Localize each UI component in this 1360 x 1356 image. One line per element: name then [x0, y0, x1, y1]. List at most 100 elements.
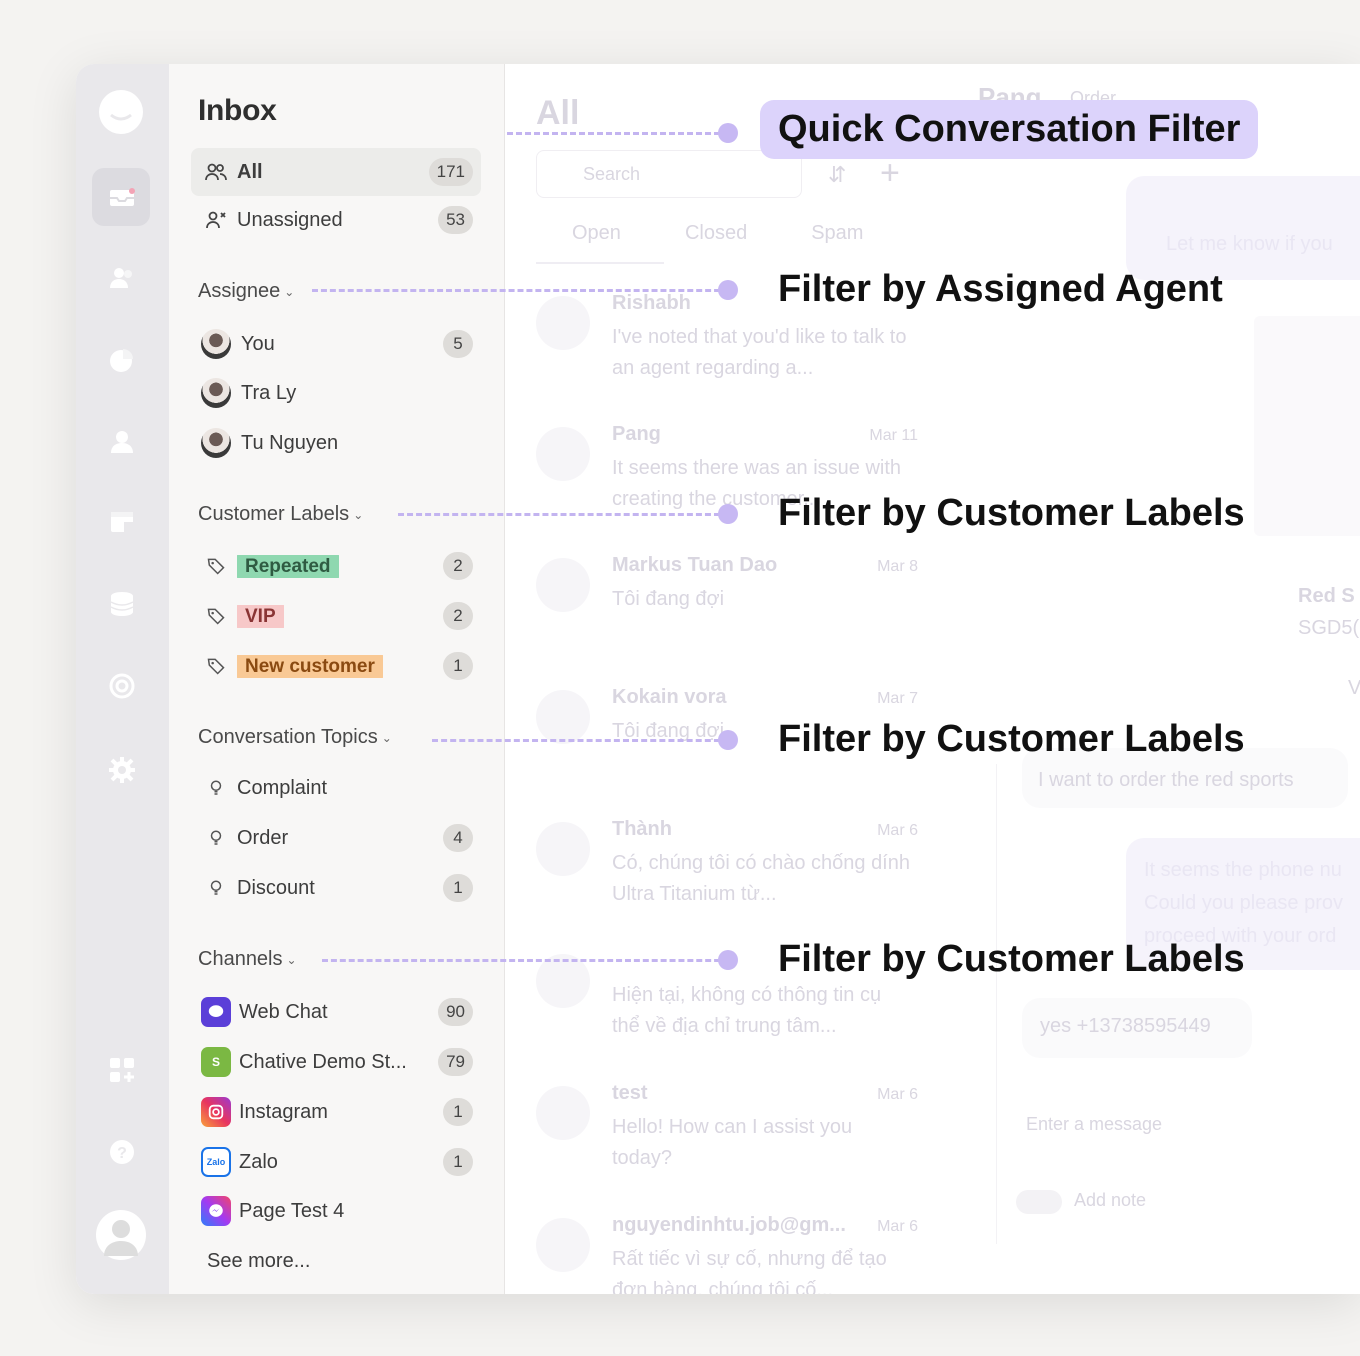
app-window: ? Inbox All 171 Unassigned 53 Assignee ⌄ … — [76, 64, 1360, 1294]
channel-item[interactable]: Zalo Zalo 1 — [191, 1138, 481, 1186]
note-toggle[interactable] — [1016, 1190, 1062, 1214]
nav-rail: ? — [76, 64, 169, 1294]
webchat-icon — [201, 997, 231, 1027]
contact-name: Kokain vora — [612, 686, 727, 708]
filter-unassigned[interactable]: Unassigned 53 — [191, 196, 481, 244]
assignee-item[interactable]: Tu Nguyen — [191, 419, 481, 467]
channel-count: 79 — [438, 1048, 473, 1076]
annotation-assignee: Filter by Assigned Agent — [778, 268, 1223, 310]
annotation-channels: Filter by Customer Labels — [778, 938, 1245, 980]
annotation-dot — [718, 730, 738, 750]
page-title: Inbox — [198, 94, 277, 127]
contact-avatar — [536, 1086, 590, 1140]
analytics-icon[interactable] — [106, 344, 138, 376]
tag-icon — [201, 556, 231, 576]
lightbulb-icon — [201, 829, 231, 847]
assignee-heading-label: Assignee — [198, 280, 281, 302]
conversation-item[interactable]: test Mar 6 Hello! How can I assist you tod… — [536, 1082, 918, 1192]
label-item[interactable]: Repeated 2 — [191, 542, 481, 590]
chevron-down-icon: ⌄ — [353, 507, 364, 522]
filter-all[interactable]: All 171 — [191, 148, 481, 196]
chat-divider — [996, 764, 997, 1244]
annotation-connector — [312, 289, 729, 292]
topic-label: Complaint — [237, 776, 328, 799]
agent-avatar — [201, 428, 231, 458]
contact-name: Thành — [612, 818, 672, 840]
person-off-icon — [201, 208, 231, 232]
profile-avatar[interactable] — [96, 1210, 146, 1260]
shopify-icon: S — [201, 1047, 231, 1077]
contact-avatar — [536, 822, 590, 876]
contacts-icon[interactable] — [106, 262, 138, 294]
annotation-quick-filter: Quick Conversation Filter — [760, 100, 1259, 159]
integrations-icon[interactable] — [106, 670, 138, 702]
label-count: 1 — [443, 652, 473, 680]
contact-name: Rishabh — [612, 292, 691, 314]
conversation-list: All Search ⇵ + Open Closed Spam Rishabh I… — [506, 64, 1360, 1294]
broadcast-icon[interactable] — [106, 506, 138, 538]
channel-item[interactable]: Page Test 4 — [191, 1187, 481, 1235]
inbox-sidebar: Inbox All 171 Unassigned 53 Assignee ⌄ Yo… — [169, 64, 505, 1294]
search-input[interactable]: Search — [536, 150, 802, 198]
contact-avatar — [536, 690, 590, 744]
conversation-date: Mar 6 — [877, 1086, 918, 1103]
annotation-connector — [398, 513, 729, 516]
assignee-label: Tra Ly — [241, 381, 297, 404]
chative-logo-icon[interactable] — [98, 90, 144, 136]
assignee-item[interactable]: Tra Ly — [191, 369, 481, 417]
conversation-preview: Tôi đang đợi — [612, 588, 725, 610]
tab-spam[interactable]: Spam — [811, 222, 863, 245]
channels-heading[interactable]: Channels ⌄ — [198, 948, 297, 971]
conversation-date: Mar 7 — [877, 690, 918, 707]
assignee-item[interactable]: You 5 — [191, 320, 481, 368]
contact-name: Markus Tuan Dao — [612, 554, 778, 576]
database-icon[interactable] — [106, 588, 138, 620]
agent-avatar — [201, 378, 231, 408]
tab-underline — [536, 262, 664, 264]
lightbulb-icon — [201, 879, 231, 897]
tab-open[interactable]: Open — [572, 222, 621, 245]
message-composer[interactable]: Enter a message — [1026, 1108, 1162, 1141]
annotation-connector — [507, 132, 729, 135]
chevron-down-icon: ⌄ — [284, 284, 295, 299]
settings-icon[interactable] — [106, 754, 138, 786]
assignee-label: Tu Nguyen — [241, 431, 339, 454]
topic-item[interactable]: Complaint — [191, 764, 481, 812]
status-tabs: Open Closed Spam — [536, 222, 863, 245]
channel-count: 1 — [443, 1148, 473, 1176]
channel-count: 90 — [438, 998, 473, 1026]
label-item[interactable]: New customer 1 — [191, 642, 481, 690]
topic-item[interactable]: Order 4 — [191, 814, 481, 862]
sort-icon[interactable]: ⇵ — [828, 162, 846, 188]
inbox-icon[interactable] — [106, 181, 138, 213]
conversation-item[interactable]: nguyendinhtu.job@gm... Mar 6 Rất tiếc vì s… — [536, 1214, 918, 1294]
conversation-preview: Rất tiếc vì sự cố, nhưng để tạo đơn hàng… — [612, 1248, 887, 1294]
see-more-link[interactable]: See more... — [191, 1237, 481, 1285]
channel-label: Page Test 4 — [239, 1199, 345, 1222]
user-icon[interactable] — [106, 426, 138, 458]
topic-item[interactable]: Discount 1 — [191, 864, 481, 912]
channel-item[interactable]: Web Chat 90 — [191, 988, 481, 1036]
channel-label: Web Chat — [239, 1000, 328, 1023]
annotation-labels: Filter by Customer Labels — [778, 492, 1245, 534]
topics-heading[interactable]: Conversation Topics ⌄ — [198, 726, 392, 749]
apps-grid-icon[interactable] — [106, 1054, 138, 1086]
customer-message: yes +13738595449 — [1040, 1015, 1211, 1037]
channel-item[interactable]: Instagram 1 — [191, 1088, 481, 1136]
conversation-item[interactable]: Markus Tuan Dao Mar 8 Tôi đang đợi — [536, 554, 918, 664]
people-icon — [201, 160, 231, 184]
assignee-heading[interactable]: Assignee ⌄ — [198, 280, 294, 303]
tab-closed[interactable]: Closed — [685, 222, 747, 245]
label-item[interactable]: VIP 2 — [191, 592, 481, 640]
add-icon[interactable]: + — [880, 154, 900, 193]
conversation-preview: I've noted that you'd like to talk to an… — [612, 326, 907, 379]
channel-item[interactable]: S Chative Demo St... 79 — [191, 1038, 481, 1086]
help-icon[interactable]: ? — [106, 1136, 138, 1168]
contact-avatar — [536, 1218, 590, 1272]
conversation-item[interactable]: Thành Mar 6 Có, chúng tôi có chào chống dí… — [536, 818, 918, 928]
contact-name: Pang — [612, 423, 661, 445]
label-tag: VIP — [237, 604, 284, 628]
conversation-preview: Hiện tại, không có thông tin cụ thể về đ… — [612, 984, 882, 1037]
topic-label: Order — [237, 826, 289, 849]
labels-heading[interactable]: Customer Labels ⌄ — [198, 503, 363, 526]
